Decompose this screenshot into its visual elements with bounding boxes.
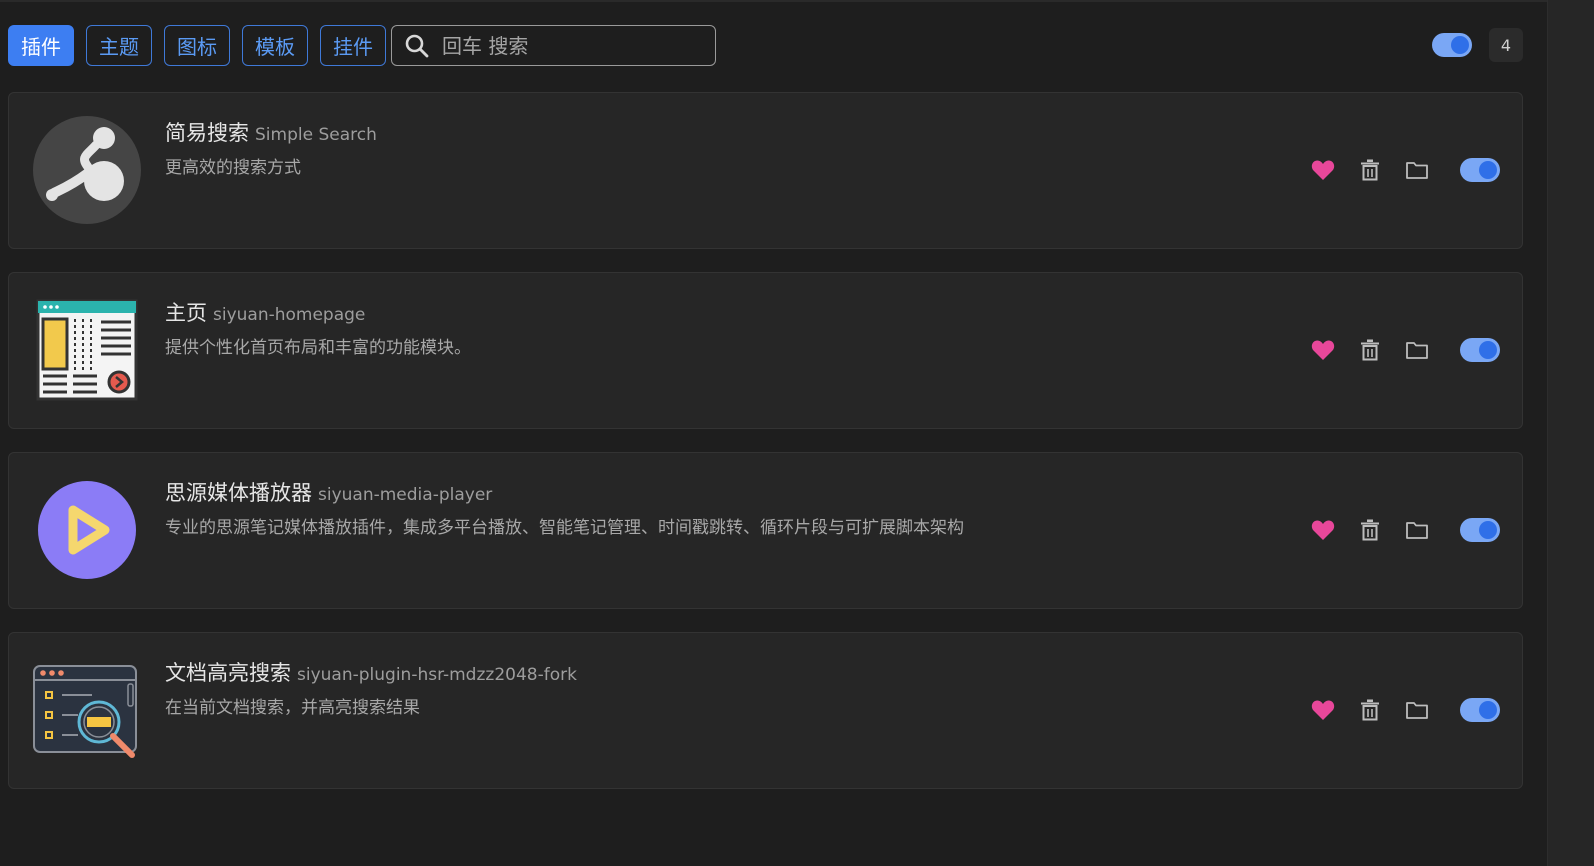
toggle-knob [1451, 36, 1469, 54]
homepage-layout-logo-icon [32, 295, 142, 405]
media-player-logo-icon [32, 475, 142, 585]
plugin-enable-toggle[interactable] [1460, 698, 1500, 722]
toggle-knob [1479, 161, 1497, 179]
trash-icon[interactable] [1358, 518, 1382, 542]
plugin-card-media-player: 思源媒体播放器 siyuan-media-player 专业的思源笔记媒体播放插件… [8, 452, 1523, 609]
tab-icons[interactable]: 图标 [164, 25, 230, 66]
toggle-knob [1479, 701, 1497, 719]
plugin-actions [1288, 158, 1500, 182]
tab-plugins[interactable]: 插件 [8, 25, 74, 66]
plugin-enable-toggle[interactable] [1460, 158, 1500, 182]
folder-icon[interactable] [1405, 158, 1429, 182]
plugin-description: 提供个性化首页布局和丰富的功能模块。 [165, 338, 471, 358]
plugin-enable-toggle[interactable] [1460, 338, 1500, 362]
plugin-name: 思源媒体播放器 [165, 481, 312, 505]
search-input[interactable] [442, 33, 692, 58]
category-tabs: 插件 主题 图标 模板 挂件 [8, 25, 386, 66]
heart-icon[interactable] [1311, 338, 1335, 362]
trash-icon[interactable] [1358, 338, 1382, 362]
plugin-description: 专业的思源笔记媒体播放插件，集成多平台播放、智能笔记管理、时间戳跳转、循环片段与… [165, 518, 964, 538]
plugin-title: 文档高亮搜索 siyuan-plugin-hsr-mdzz2048-fork [165, 657, 577, 687]
plugin-actions [1288, 698, 1500, 722]
plugin-actions [1288, 338, 1500, 362]
plugin-package: siyuan-homepage [213, 305, 366, 325]
top-divider [0, 0, 1594, 2]
plugin-card-simple-search: 简易搜索 Simple Search 更高效的搜索方式 [8, 92, 1523, 249]
trash-icon[interactable] [1358, 698, 1382, 722]
plugin-package: siyuan-media-player [318, 485, 493, 505]
toggle-knob [1479, 341, 1497, 359]
scrollbar-track[interactable] [1547, 0, 1594, 866]
plugin-marketplace: 插件 主题 图标 模板 挂件 4 简易搜索 Simple Search [0, 0, 1594, 866]
heart-icon[interactable] [1311, 158, 1335, 182]
plugin-description: 在当前文档搜索，并高亮搜索结果 [165, 698, 420, 718]
plugin-enable-toggle[interactable] [1460, 518, 1500, 542]
tab-widgets[interactable]: 挂件 [320, 25, 386, 66]
folder-icon[interactable] [1405, 698, 1429, 722]
plugin-package: Simple Search [255, 125, 377, 145]
plugin-name: 文档高亮搜索 [165, 661, 291, 685]
search-icon [405, 34, 429, 57]
folder-icon[interactable] [1405, 518, 1429, 542]
trash-icon[interactable] [1358, 158, 1382, 182]
plugin-actions [1288, 518, 1500, 542]
plugin-description: 更高效的搜索方式 [165, 158, 301, 178]
global-enable-toggle[interactable] [1432, 33, 1472, 57]
plugin-title: 思源媒体播放器 siyuan-media-player [165, 477, 492, 507]
plugin-name: 主页 [165, 301, 207, 325]
heart-icon[interactable] [1311, 518, 1335, 542]
document-search-logo-icon [32, 655, 142, 765]
search-box[interactable] [391, 25, 716, 66]
plugin-name: 简易搜索 [165, 121, 249, 145]
plugin-card-homepage: 主页 siyuan-homepage 提供个性化首页布局和丰富的功能模块。 [8, 272, 1523, 429]
simple-search-logo-icon [32, 115, 142, 225]
tab-templates[interactable]: 模板 [242, 25, 308, 66]
plugin-package: siyuan-plugin-hsr-mdzz2048-fork [297, 665, 577, 685]
tab-themes[interactable]: 主题 [86, 25, 152, 66]
toggle-knob [1479, 521, 1497, 539]
plugin-count-badge: 4 [1489, 28, 1523, 62]
plugin-title: 简易搜索 Simple Search [165, 117, 377, 147]
plugin-card-doc-highlight-search: 文档高亮搜索 siyuan-plugin-hsr-mdzz2048-fork 在当… [8, 632, 1523, 789]
folder-icon[interactable] [1405, 338, 1429, 362]
plugin-title: 主页 siyuan-homepage [165, 297, 365, 327]
heart-icon[interactable] [1311, 698, 1335, 722]
